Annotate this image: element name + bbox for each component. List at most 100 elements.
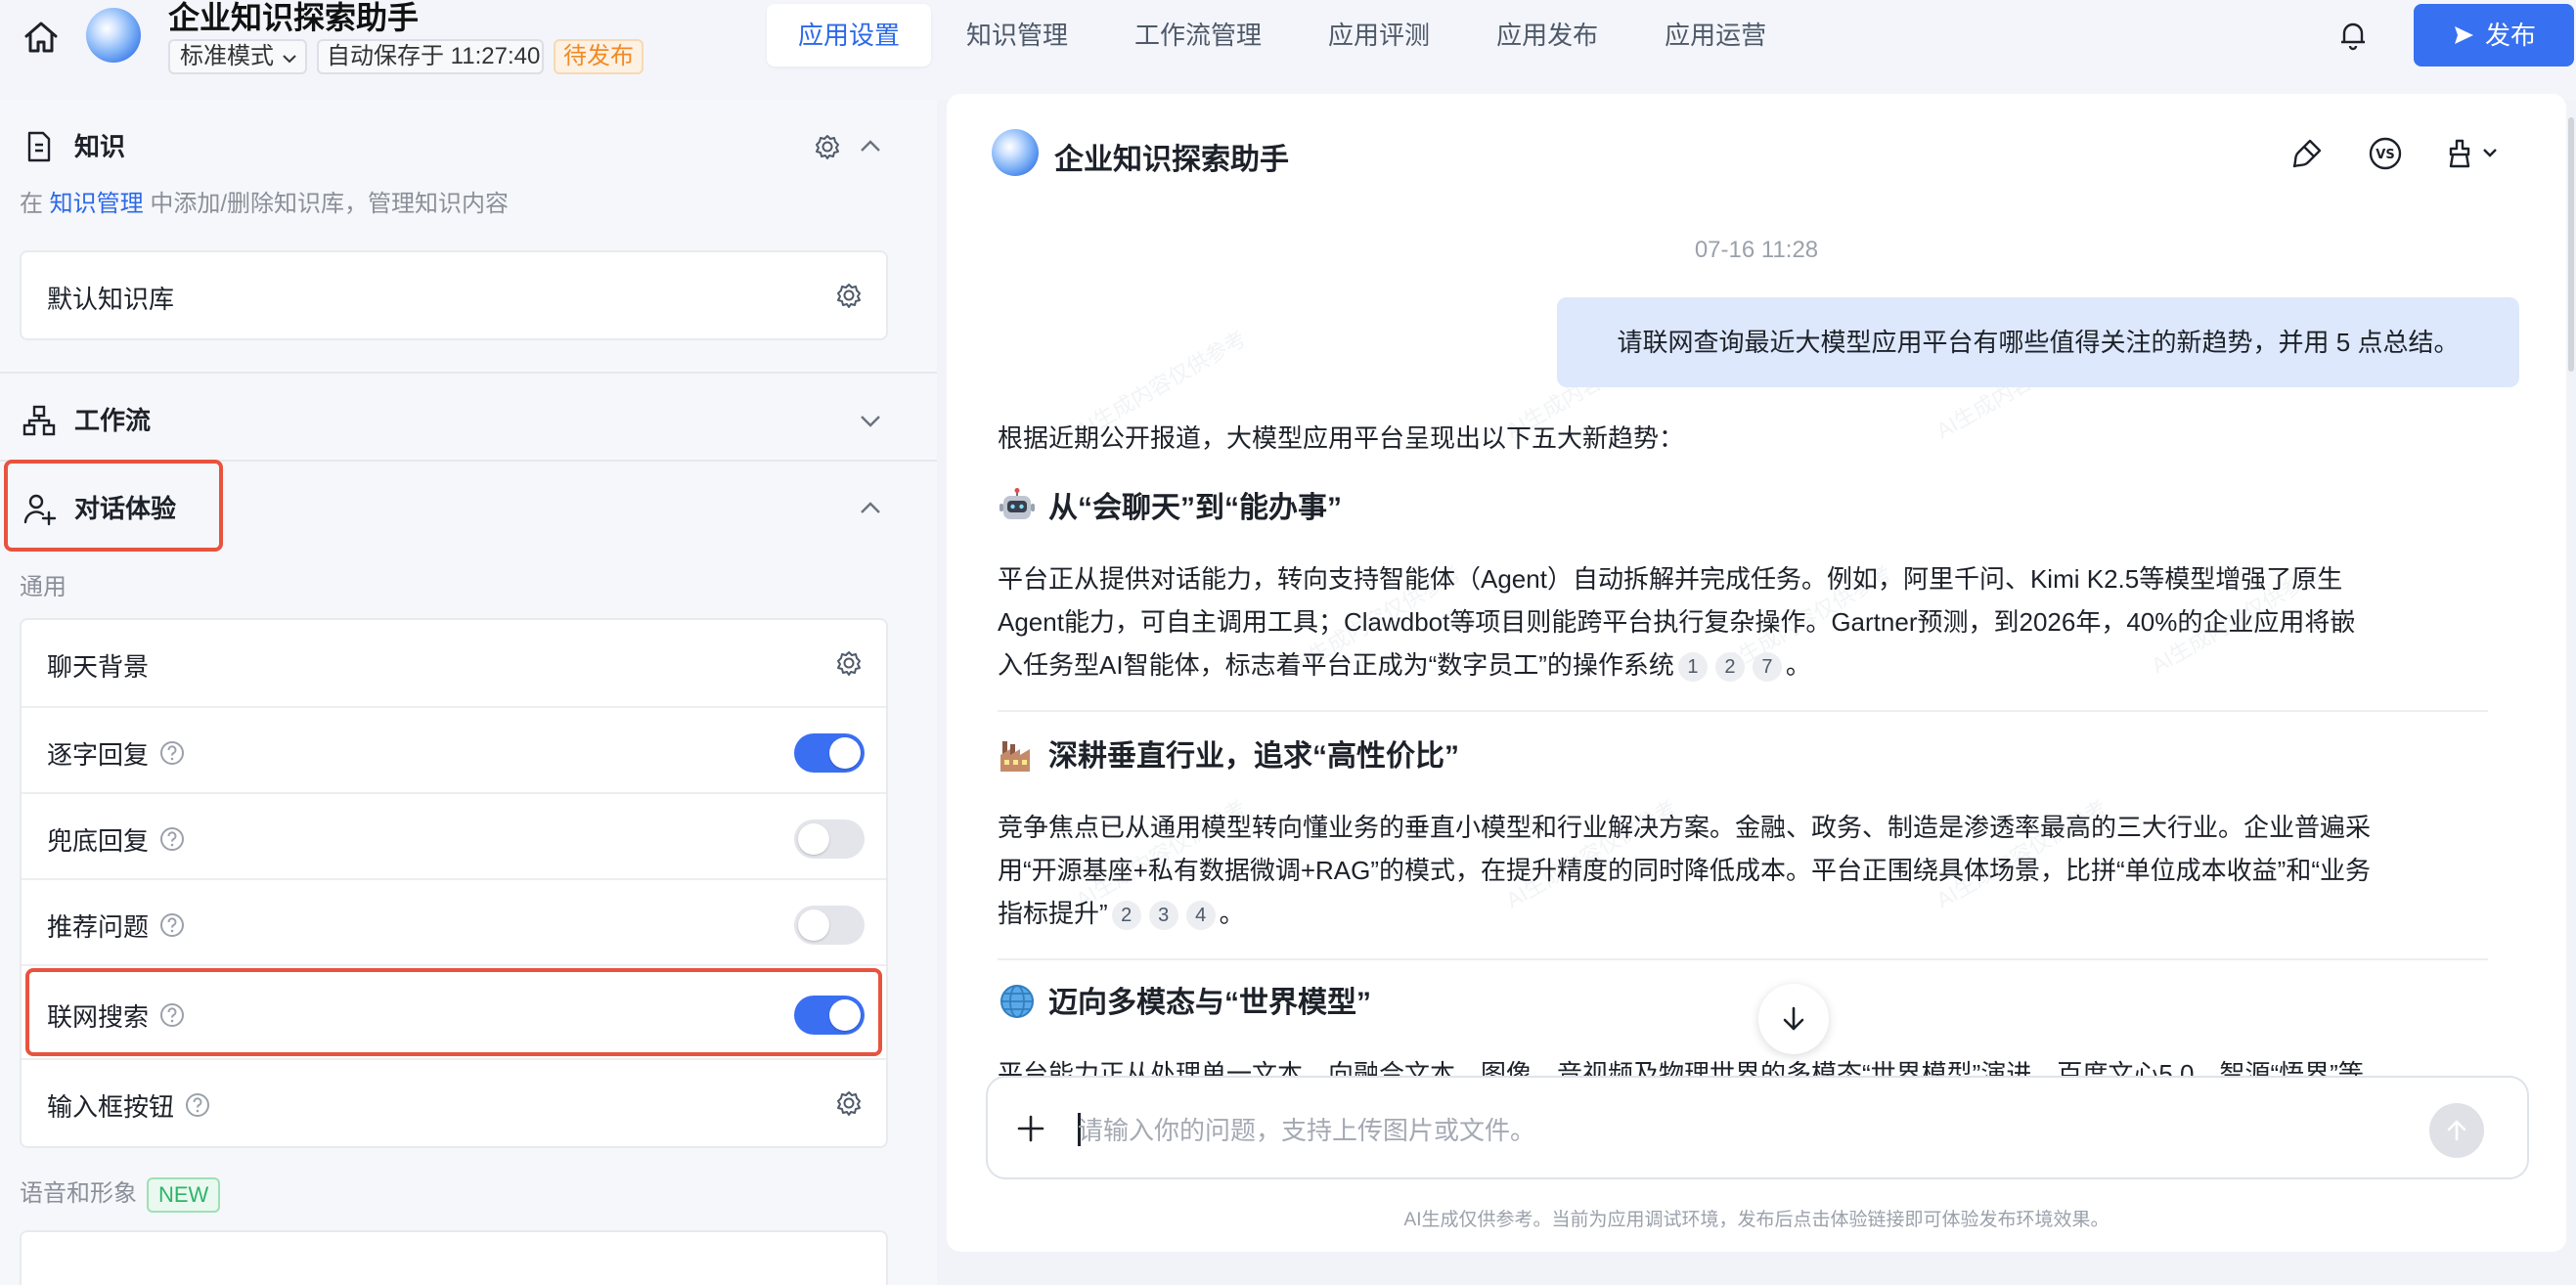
chevron-up-icon[interactable] bbox=[857, 495, 884, 522]
citation-badge[interactable]: 4 bbox=[1185, 901, 1216, 931]
citation-badge[interactable]: 3 bbox=[1148, 901, 1178, 931]
body-line: 竞争焦点已从通用模型转向懂业务的垂直小模型和行业解决方案。金融、政务、制造是渗透… bbox=[998, 813, 2372, 842]
gear-icon[interactable] bbox=[833, 1087, 865, 1119]
hint-suffix: 中添加/删除知识库，管理知识内容 bbox=[150, 191, 510, 217]
default-kb-card: 默认知识库 bbox=[20, 250, 888, 340]
body-line-text: 入任务型AI智能体，标志着平台正成为“数字员工”的操作系统 bbox=[998, 650, 1674, 680]
hint-prefix: 在 bbox=[20, 191, 43, 217]
app-logo bbox=[86, 8, 141, 63]
input-buttons-row[interactable]: 输入框按钮 bbox=[22, 1058, 886, 1146]
gear-icon[interactable] bbox=[833, 280, 865, 311]
send-icon bbox=[2454, 26, 2473, 45]
assistant-avatar bbox=[992, 129, 1039, 176]
section-heading-text: 深耕垂直行业，追求“高性价比” bbox=[1048, 740, 1459, 773]
toggle-knob bbox=[798, 909, 829, 941]
gear-icon[interactable] bbox=[833, 647, 865, 679]
config-panel: 知识 在 知识管理 中添加/删除知识库，管理知识内容 默认知识库 工作流 对话体… bbox=[0, 100, 937, 1285]
chat-input-placeholder[interactable]: 请输入你的问题，支持上传图片或文件。 bbox=[1078, 1111, 1535, 1147]
help-icon[interactable] bbox=[158, 825, 186, 853]
dialog-settings-card: 聊天背景 逐字回复 兜底回复 推荐问题 联网搜索 输入框按钮 bbox=[20, 618, 888, 1148]
highlight-web-search bbox=[25, 968, 882, 1056]
body-line: 指标提升” 2 3 4。 bbox=[998, 892, 2484, 935]
new-badge: NEW bbox=[147, 1176, 221, 1213]
tab-app-publish[interactable]: 应用发布 bbox=[1465, 4, 1629, 66]
tab-knowledge-management[interactable]: 知识管理 bbox=[935, 4, 1099, 66]
mode-select[interactable]: 标准模式 bbox=[168, 39, 307, 74]
main-tabs: 应用设置 知识管理 工作流管理 应用评测 应用发布 应用运营 bbox=[767, 4, 1801, 66]
scrollbar-thumb[interactable] bbox=[2568, 117, 2574, 372]
compare-vs-icon[interactable]: VS bbox=[2367, 135, 2404, 172]
body-line: 平台正从提供对话能力，转向支持智能体（Agent）自动拆解并完成任务。例如，阿里… bbox=[998, 564, 2343, 594]
suggested-questions-toggle[interactable] bbox=[794, 906, 865, 945]
voice-card bbox=[20, 1230, 888, 1285]
scroll-to-bottom-button[interactable] bbox=[1758, 984, 1829, 1054]
chat-title: 企业知识探索助手 bbox=[1054, 144, 1289, 176]
status-badge: 待发布 bbox=[554, 39, 644, 74]
document-icon bbox=[27, 131, 51, 162]
section-heading-text: 迈向多模态与“世界模型” bbox=[1048, 987, 1371, 1019]
chevron-up-icon[interactable] bbox=[857, 133, 884, 160]
suggested-questions-label: 推荐问题 bbox=[47, 912, 150, 942]
toggle-knob bbox=[829, 737, 861, 769]
assistant-intro: 根据近期公开报道，大模型应用平台呈现出以下五大新趋势： bbox=[998, 423, 1685, 453]
clear-chat-icon[interactable] bbox=[2445, 135, 2504, 172]
section-divider bbox=[998, 710, 2488, 712]
help-icon[interactable] bbox=[158, 911, 186, 939]
message-timestamp: 07-16 11:28 bbox=[1694, 237, 1819, 263]
chat-background-row[interactable]: 聊天背景 bbox=[22, 620, 886, 706]
section-heading: 深耕垂直行业，追求“高性价比” bbox=[998, 731, 1459, 775]
body-line-text: 指标提升” bbox=[998, 899, 1108, 928]
help-icon[interactable] bbox=[158, 739, 186, 767]
section-heading-text: 从“会聊天”到“能办事” bbox=[1048, 492, 1342, 524]
knowledge-hint: 在 知识管理 中添加/删除知识库，管理知识内容 bbox=[20, 184, 509, 218]
typing-reply-label: 逐字回复 bbox=[47, 740, 150, 770]
input-buttons-label: 输入框按钮 bbox=[47, 1092, 175, 1122]
workflow-section-header[interactable]: 工作流 bbox=[0, 372, 937, 460]
bell-icon[interactable] bbox=[2335, 18, 2371, 53]
plus-icon[interactable] bbox=[1013, 1111, 1048, 1146]
chevron-down-icon[interactable] bbox=[857, 407, 884, 434]
chevron-down-icon bbox=[283, 55, 296, 64]
setting-row: 兜底回复 bbox=[22, 792, 886, 878]
app-title: 企业知识探索助手 bbox=[168, 0, 420, 35]
publish-button[interactable]: 发布 bbox=[2414, 4, 2574, 66]
chat-input-box[interactable]: 请输入你的问题，支持上传图片或文件。 bbox=[986, 1076, 2529, 1179]
brush-icon[interactable] bbox=[2288, 135, 2326, 172]
default-kb-label: 默认知识库 bbox=[47, 285, 175, 314]
fallback-reply-toggle[interactable] bbox=[794, 820, 865, 859]
highlight-dialog-title bbox=[4, 460, 223, 552]
tab-app-evaluation[interactable]: 应用评测 bbox=[1297, 4, 1461, 66]
arrow-down-icon bbox=[1783, 1006, 1804, 1031]
section-divider bbox=[998, 958, 2488, 960]
typing-reply-toggle[interactable] bbox=[794, 733, 865, 773]
citation-badge[interactable]: 7 bbox=[1752, 652, 1782, 683]
send-button[interactable] bbox=[2429, 1103, 2484, 1158]
tab-workflow-management[interactable]: 工作流管理 bbox=[1103, 4, 1293, 66]
citation-badge[interactable]: 2 bbox=[1111, 901, 1141, 931]
sentence-end: 。 bbox=[1219, 899, 1245, 928]
autosave-status: 自动保存于 11:27:40 bbox=[317, 39, 544, 74]
knowledge-section-header[interactable]: 知识 bbox=[0, 100, 937, 188]
default-kb-row[interactable]: 默认知识库 bbox=[22, 252, 886, 338]
gear-icon[interactable] bbox=[812, 131, 843, 162]
tab-app-operations[interactable]: 应用运营 bbox=[1633, 4, 1798, 66]
group-general: 通用 bbox=[20, 574, 67, 600]
workflow-icon bbox=[22, 405, 56, 436]
citation-badge[interactable]: 1 bbox=[1677, 652, 1708, 683]
robot-icon bbox=[999, 488, 1035, 520]
section-heading: 迈向多模态与“世界模型” bbox=[998, 978, 1371, 1021]
toggle-knob bbox=[798, 823, 829, 855]
citation-badge[interactable]: 2 bbox=[1714, 652, 1745, 683]
body-line: Agent能力，可自主调用工具；Clawdbot等项目则能跨平台执行复杂操作。G… bbox=[998, 607, 2356, 637]
svg-text:VS: VS bbox=[2376, 148, 2394, 162]
setting-row: 推荐问题 bbox=[22, 878, 886, 964]
home-icon[interactable] bbox=[20, 16, 63, 59]
body-line: 用“开源基座+私有数据微调+RAG”的模式，在提升精度的同时降低成本。平台正围绕… bbox=[998, 856, 2372, 885]
help-icon[interactable] bbox=[184, 1091, 211, 1119]
chat-preview: AI生成内容仅供参考 AI生成内容仅供参考 AI生成内容仅供参考 AI生成内容仅… bbox=[947, 94, 2566, 1252]
setting-row: 逐字回复 bbox=[22, 706, 886, 792]
chat-background-label: 聊天背景 bbox=[47, 652, 150, 682]
group-voice: 语音和形象 NEW bbox=[20, 1174, 221, 1213]
tab-app-settings[interactable]: 应用设置 bbox=[767, 4, 932, 66]
knowledge-management-link[interactable]: 知识管理 bbox=[50, 191, 144, 217]
